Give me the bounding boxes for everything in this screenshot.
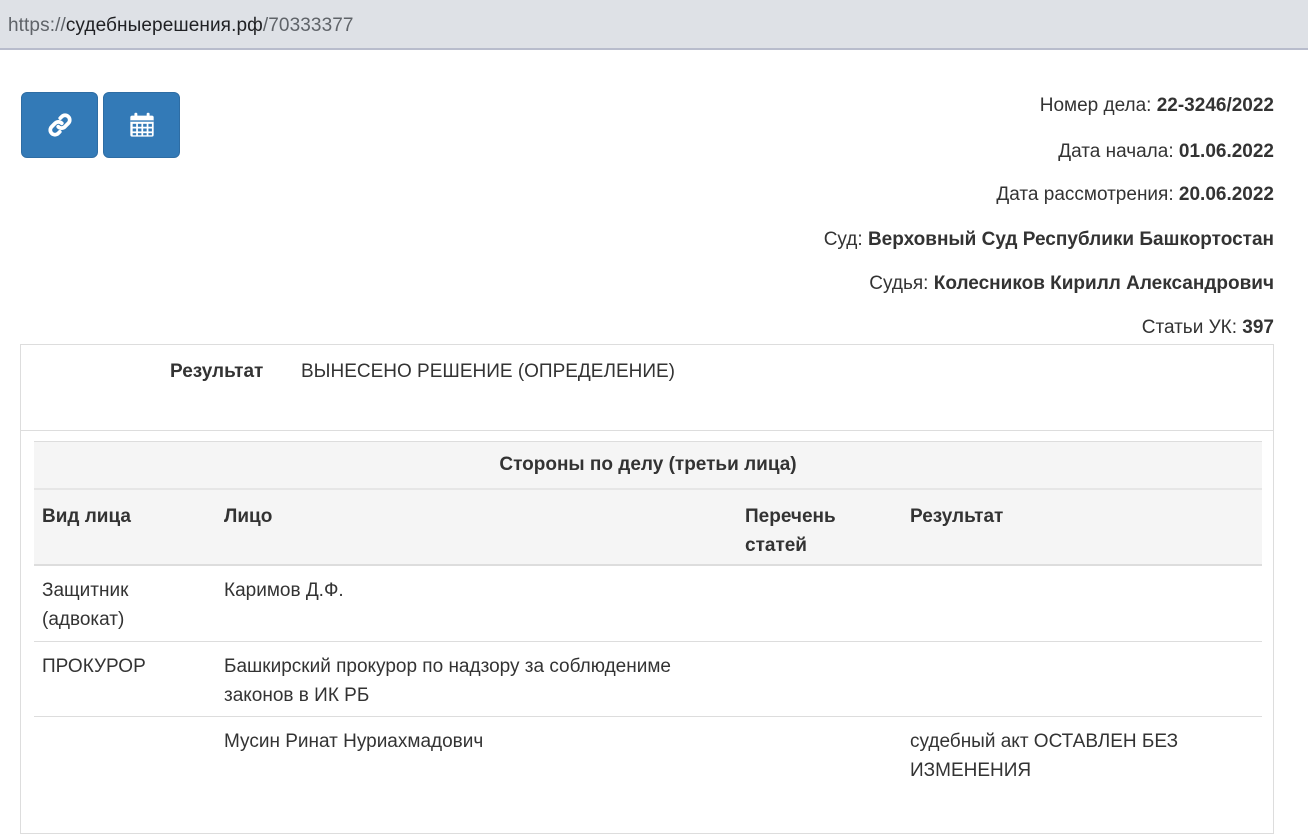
cell-person: Каримов Д.Ф. <box>224 580 344 601</box>
start-date-value: 01.06.2022 <box>1178 141 1274 162</box>
result-row: Результат ВЫНЕСЕНО РЕШЕНИЕ (ОПРЕДЕЛЕНИЕ) <box>21 345 1273 431</box>
judge-value: Колесников Кирилл Александрович <box>933 273 1274 294</box>
table-row: ПРОКУРОР Башкирский прокурор по надзору … <box>34 642 1262 717</box>
copy-link-button[interactable] <box>21 92 98 158</box>
review-date-value: 20.06.2022 <box>1178 184 1274 205</box>
cell-party-type: Защитник (адвокат) <box>42 580 129 630</box>
address-bar[interactable]: https://судебныерешения.рф/70333377 <box>0 0 1308 50</box>
review-date-label: Дата рассмотрения: <box>996 184 1174 205</box>
case-details-panel: Результат ВЫНЕСЕНО РЕШЕНИЕ (ОПРЕДЕЛЕНИЕ)… <box>20 344 1274 834</box>
cell-party-type: ПРОКУРОР <box>42 656 146 677</box>
table-row: Мусин Ринат Нуриахмадович судебный акт О… <box>34 717 1262 807</box>
review-date: Дата рассмотрения: 20.06.2022 <box>996 184 1274 206</box>
case-number-value: 22-3246/2022 <box>1156 95 1274 116</box>
result-label: Результат <box>170 361 264 382</box>
articles-value: 397 <box>1242 317 1274 338</box>
case-number: Номер дела: 22-3246/2022 <box>1040 95 1274 117</box>
cell-person: Мусин Ринат Нуриахмадович <box>224 731 484 752</box>
articles: Статьи УК: 397 <box>1142 317 1274 339</box>
court-label: Суд: <box>823 229 863 250</box>
url-scheme: https:// <box>8 15 66 36</box>
court: Суд: Верховный Суд Республики Башкортост… <box>824 229 1274 251</box>
articles-label: Статьи УК: <box>1141 317 1238 338</box>
url-text[interactable]: https://судебныерешения.рф/70333377 <box>8 15 354 37</box>
result-value: ВЫНЕСЕНО РЕШЕНИЕ (ОПРЕДЕЛЕНИЕ) <box>301 361 675 382</box>
parties-header-row: Вид лица Лицо Перечень статей Результат <box>34 490 1262 566</box>
calendar-icon <box>129 112 154 137</box>
header-party-type: Вид лица <box>42 506 131 527</box>
header-articles: Перечень статей <box>745 506 836 556</box>
table-row: Защитник (адвокат) Каримов Д.Ф. <box>34 566 1262 642</box>
cell-person: Башкирский прокурор по надзору за соблюд… <box>224 656 671 706</box>
judge: Судья: Колесников Кирилл Александрович <box>869 273 1274 295</box>
case-number-label: Номер дела: <box>1039 95 1152 116</box>
parties-table: Стороны по делу (третьи лица) Вид лица Л… <box>34 441 1262 807</box>
url-path: /70333377 <box>262 15 354 36</box>
court-value: Верховный Суд Республики Башкортостан <box>867 229 1274 250</box>
header-result: Результат <box>910 506 1004 527</box>
calendar-button[interactable] <box>103 92 180 158</box>
start-date: Дата начала: 01.06.2022 <box>1058 141 1274 163</box>
link-icon <box>47 113 72 137</box>
cell-result: судебный акт ОСТАВЛЕН БЕЗ ИЗМЕНЕНИЯ <box>910 731 1179 781</box>
start-date-label: Дата начала: <box>1058 141 1174 162</box>
url-host: судебныерешения.рф <box>65 15 263 36</box>
judge-label: Судья: <box>869 273 929 294</box>
header-person: Лицо <box>224 506 273 527</box>
parties-caption: Стороны по делу (третьи лица) <box>34 441 1262 490</box>
